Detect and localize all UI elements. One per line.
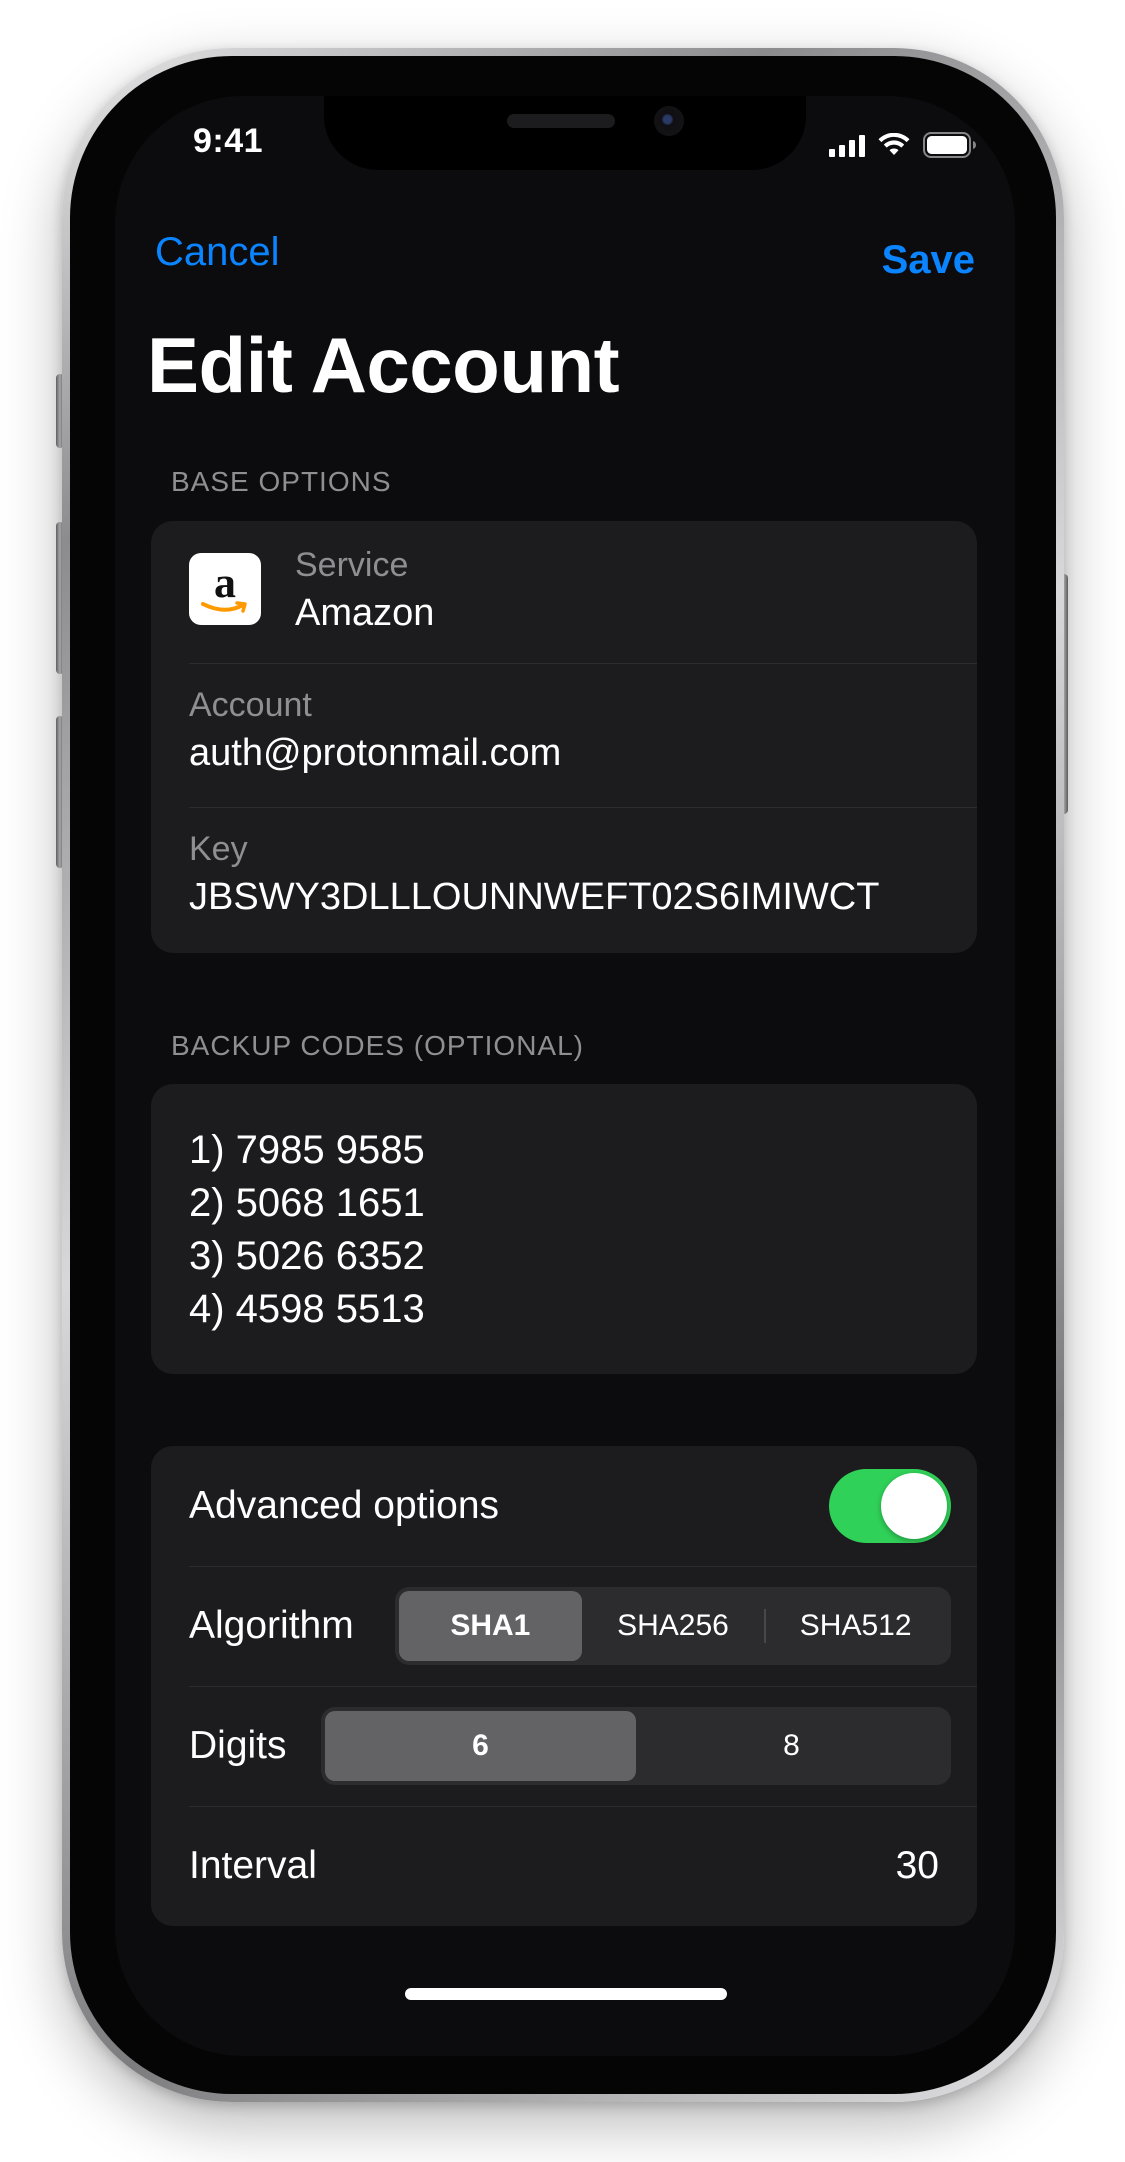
notch [324,96,806,170]
base-options-card: a Service Amazon Account auth@protonmail… [151,521,977,953]
service-row[interactable]: a Service Amazon [151,521,977,663]
key-label: Key [189,830,248,868]
app-screen: 9:41 Cancel Save Edit Account BASE OPTIO… [115,96,1015,2056]
account-field[interactable]: auth@protonmail.com [189,729,939,777]
interval-row[interactable]: Interval 30 [151,1806,977,1926]
backup-code-line: 1) 7985 9585 [189,1128,425,1172]
backup-code-line: 4) 4598 5513 [189,1287,425,1331]
algorithm-row: Algorithm SHA1 SHA256 SHA512 [151,1566,977,1686]
key-row[interactable]: Key JBSWY3DLLLOUNNWEFT02S6IMIWCT [151,807,977,953]
cancel-button[interactable]: Cancel [155,230,280,275]
save-button[interactable]: Save [882,238,975,283]
digits-label: Digits [189,1724,287,1767]
advanced-options-row: Advanced options [151,1446,977,1566]
digits-segmented-control: 6 8 [321,1707,951,1785]
backup-codes-textarea[interactable]: 1) 7985 9585 2) 5068 1651 3) 5026 6352 4… [151,1084,977,1374]
page-title: Edit Account [147,321,620,409]
algorithm-option-sha512[interactable]: SHA512 [764,1591,947,1661]
speaker-grille [507,114,615,128]
advanced-options-label: Advanced options [189,1484,500,1527]
key-field[interactable]: JBSWY3DLLLOUNNWEFT02S6IMIWCT [189,873,939,921]
toggle-knob [881,1473,947,1539]
base-options-header: BASE OPTIONS [171,466,392,497]
digits-option-8[interactable]: 8 [636,1711,947,1781]
status-icons [829,132,977,158]
wifi-icon [877,133,911,157]
account-row[interactable]: Account auth@protonmail.com [151,663,977,807]
backup-code-line: 3) 5026 6352 [189,1234,425,1278]
battery-full-icon [923,132,977,158]
algorithm-option-sha256[interactable]: SHA256 [582,1591,765,1661]
service-value: Amazon [295,592,435,634]
service-label: Service [295,546,409,584]
backup-codes-header: BACKUP CODES (OPTIONAL) [171,1030,585,1061]
algorithm-segmented-control: SHA1 SHA256 SHA512 [395,1587,951,1665]
digits-row: Digits 6 8 [151,1686,977,1806]
amazon-logo-icon: a [189,553,261,625]
status-time: 9:41 [193,122,264,160]
interval-label: Interval [189,1844,317,1887]
cellular-signal-icon [829,133,865,157]
digits-option-6[interactable]: 6 [325,1711,636,1781]
interval-value[interactable]: 30 [896,1844,939,1888]
backup-code-line: 2) 5068 1651 [189,1181,425,1225]
algorithm-option-sha1[interactable]: SHA1 [399,1591,582,1661]
account-label: Account [189,686,312,724]
device-mockup: 9:41 Cancel Save Edit Account BASE OPTIO… [0,0,1125,2162]
front-camera [654,106,684,136]
backup-codes-card[interactable]: 1) 7985 9585 2) 5068 1651 3) 5026 6352 4… [151,1084,977,1374]
advanced-options-card: Advanced options Algorithm SHA1 SHA256 S… [151,1446,977,1926]
algorithm-label: Algorithm [189,1604,354,1647]
home-indicator[interactable] [405,1988,727,2000]
advanced-options-toggle[interactable] [829,1469,951,1543]
